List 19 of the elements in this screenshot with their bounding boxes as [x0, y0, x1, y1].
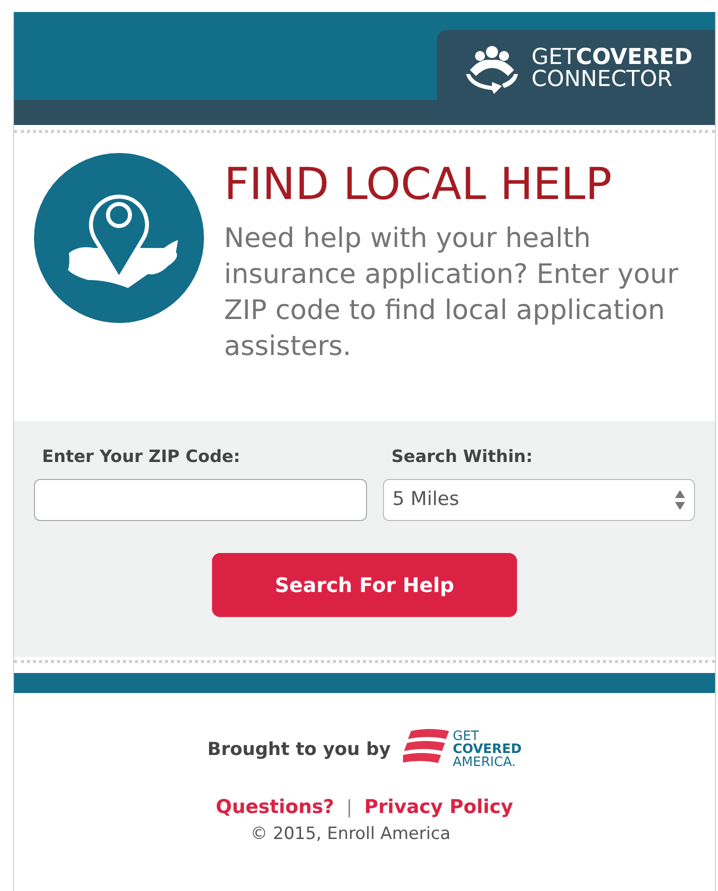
sort-arrows-icon — [674, 488, 686, 510]
sponsor-logo-text: COVERED — [452, 742, 522, 756]
privacy-policy-link[interactable]: Privacy Policy — [364, 793, 514, 822]
radius-select[interactable]: 5 Miles — [383, 478, 695, 520]
questions-link[interactable]: Questions? — [216, 793, 334, 822]
logo-text: CONNECTOR — [532, 69, 674, 91]
zip-input[interactable] — [34, 478, 368, 520]
sponsor-logo-text: AMERICA. — [452, 756, 517, 768]
sponsor-logo-text: GET — [452, 730, 479, 742]
page-title: FIND LOCAL HELP — [224, 161, 613, 210]
copyright-text: © 2015, Enroll America — [250, 822, 450, 846]
search-within-label: Search Within: — [390, 446, 534, 469]
brought-by-text: Brought to you by — [207, 738, 391, 762]
separator: | — [346, 796, 352, 820]
logo-text: GETCOVERED — [532, 47, 692, 69]
map-pin-icon — [34, 153, 204, 323]
intro-text: Need help with your health insurance application? Enter your ZIP code to find local application assisters. — [224, 222, 680, 364]
search-button[interactable]: Search For Help — [212, 552, 517, 616]
zip-label: Enter Your ZIP Code: — [41, 446, 242, 469]
